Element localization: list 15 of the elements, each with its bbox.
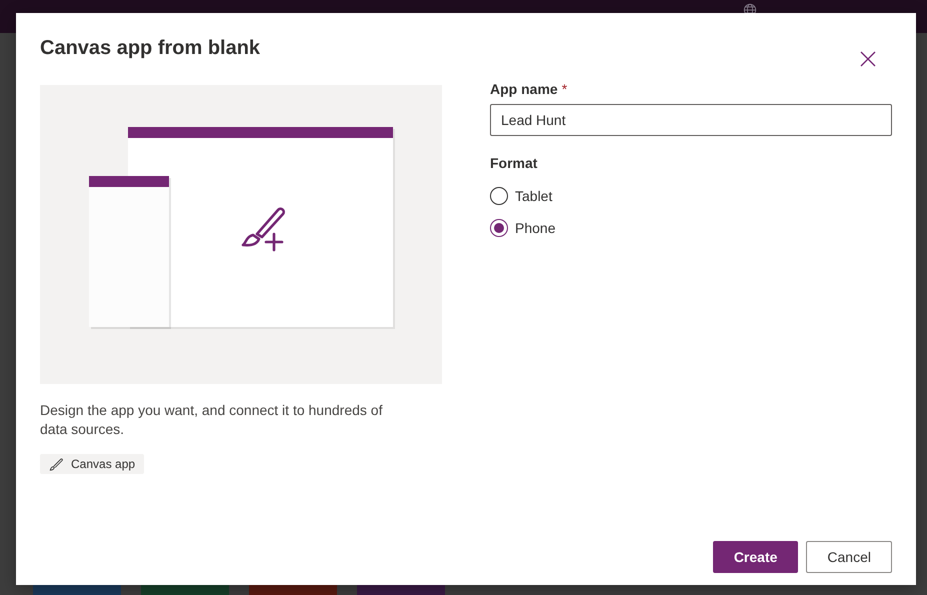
cancel-button[interactable]: Cancel xyxy=(806,541,892,573)
tag-label: Canvas app xyxy=(71,457,136,471)
create-button[interactable]: Create xyxy=(712,541,798,573)
app-name-field[interactable]: Lead Hunt xyxy=(490,104,892,136)
required-asterisk: * xyxy=(562,81,568,97)
field-label: App name xyxy=(490,81,558,97)
description-text: Design the app you want, and connect it to hundreds of data sources. xyxy=(40,401,384,439)
radio-label[interactable]: Tablet xyxy=(515,188,552,204)
radio-button[interactable] xyxy=(490,187,508,205)
close-icon xyxy=(860,51,876,67)
paintbrush-icon xyxy=(49,457,63,471)
radio-button[interactable] xyxy=(490,219,508,237)
radio-label[interactable]: Phone xyxy=(515,220,556,236)
dialog-title: Canvas app from blank xyxy=(40,37,260,60)
format-label: Format xyxy=(490,155,538,171)
